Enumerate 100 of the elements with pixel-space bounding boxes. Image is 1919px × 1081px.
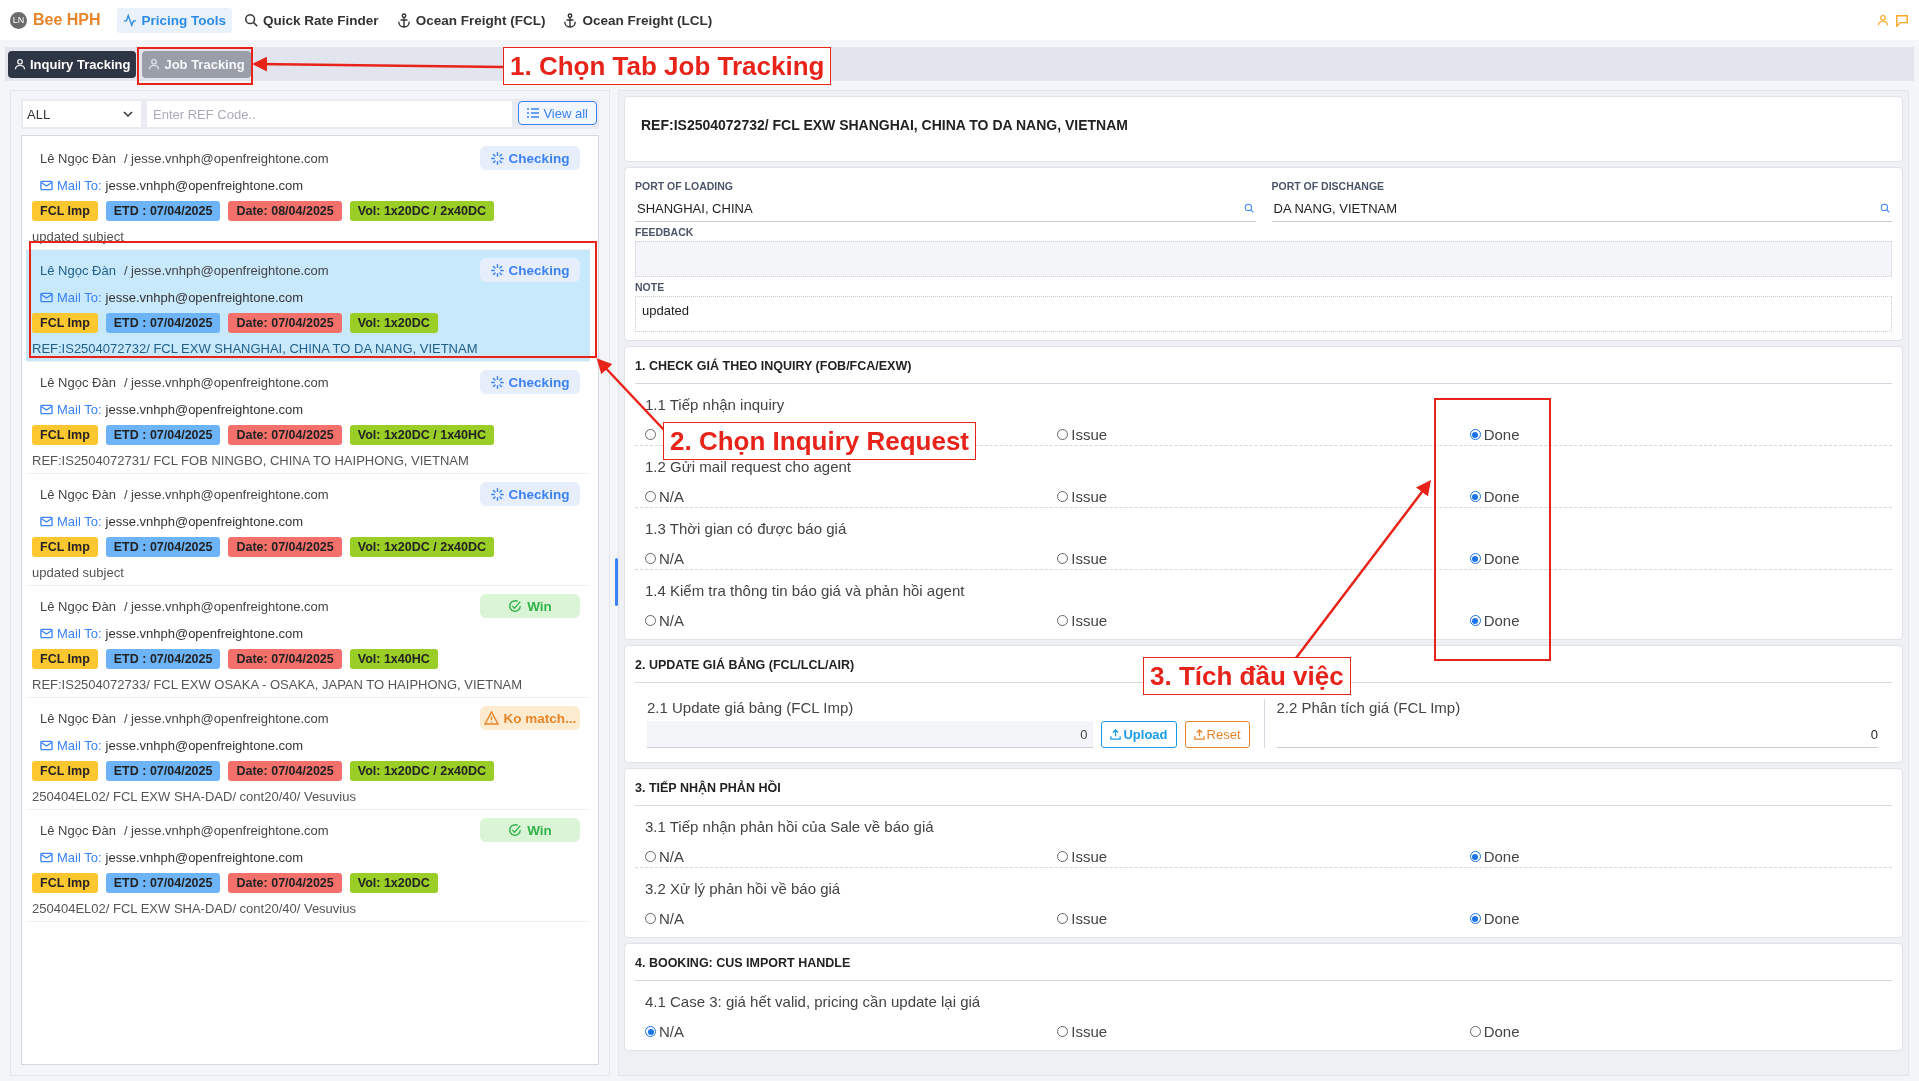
tag: ETD : 07/04/2025 — [105, 761, 221, 781]
sender-name: Lê Ngọc Đàn — [40, 374, 116, 390]
note-field[interactable]: updated — [635, 296, 1892, 332]
spinner-icon — [490, 263, 504, 277]
search-icon — [1243, 203, 1254, 213]
recipient-email: jesse.vnhph@openfreightone.com — [105, 289, 304, 305]
anchor-icon — [396, 12, 411, 28]
task-label: 3.1 Tiếp nhận phản hồi của Sale về báo giá — [645, 818, 935, 836]
mail-icon — [40, 179, 53, 191]
field-label: PORT OF DISCHANGE — [1271, 180, 1386, 192]
port-field[interactable]: SHANGHAI, CHINA — [635, 195, 1256, 222]
annotation-label: 2. Chọn Inquiry Request — [663, 422, 977, 460]
number-field[interactable]: 0 — [1276, 721, 1878, 748]
inquiry-card[interactable]: Lê Ngọc Đàn / jesse.vnhph@openfreightone.com Checking Mail To: jesse.vnhph@openfreightone.com FCL Imp ETD : 07/04/2025 Date: 07/04/2025 Vol: 1x20DC / 2x40DC updated subject — [26, 474, 590, 586]
radio-button[interactable] — [645, 851, 656, 862]
radio-button[interactable] — [1469, 429, 1481, 440]
recipient-email: jesse.vnhph@openfreightone.com — [105, 177, 304, 193]
inquiry-card[interactable]: Lê Ngọc Đàn / jesse.vnhph@openfreightone.com Win Mail To: jesse.vnhph@openfreightone.com FCL Imp ETD : 07/04/2025 Date: 07/04/2025 Vol: 1x20DC 250404EL02/ FCL EXW SHA-DAD/ cont20/40/ Vesuvius — [26, 810, 590, 922]
tag: ETD : 07/04/2025 — [105, 313, 221, 333]
recipient-email: jesse.vnhph@openfreightone.com — [105, 513, 304, 529]
radio-button[interactable] — [645, 429, 656, 440]
task-label: 1.3 Thời gian có được báo giá — [645, 520, 848, 538]
radio-button[interactable] — [1469, 553, 1481, 564]
mail-to-label: Mail To: — [57, 737, 102, 753]
user-icon — [148, 58, 161, 70]
filter-dropdown[interactable]: ALL — [23, 101, 141, 127]
task-label: 3.2 Xử lý phản hồi về báo giá — [645, 880, 842, 898]
search-icon — [1880, 203, 1890, 213]
task-label: 1.2 Gửi mail request cho agent — [645, 458, 852, 476]
radio-button[interactable] — [1057, 553, 1069, 564]
tag: FCL Imp — [32, 761, 98, 781]
sender-email: / jesse.vnhph@openfreightone.com — [123, 150, 329, 166]
tag: ETD : 07/04/2025 — [105, 425, 221, 445]
radio-button[interactable] — [1057, 615, 1069, 626]
pulse-icon — [122, 13, 137, 27]
option-label: Done — [1483, 488, 1520, 505]
scrollbar — [615, 558, 618, 606]
spinner-icon — [490, 487, 504, 501]
option-label: Done — [1483, 848, 1520, 865]
radio-button[interactable] — [1469, 1026, 1481, 1037]
anchor-icon — [563, 12, 578, 28]
mail-to-label: Mail To: — [57, 177, 102, 193]
user-icon — [1877, 14, 1889, 26]
tab[interactable]: Inquiry Tracking — [8, 50, 137, 78]
tag: Date: 07/04/2025 — [228, 873, 342, 893]
radio-button[interactable] — [645, 553, 656, 564]
option-label: Issue — [1071, 910, 1108, 927]
option-label: Issue — [1071, 488, 1108, 505]
radio-button[interactable] — [1469, 615, 1481, 626]
tag: FCL Imp — [32, 649, 98, 669]
status-badge: Win — [480, 594, 580, 618]
radio-button[interactable] — [645, 491, 656, 502]
section-title: 3. TIẾP NHẬN PHẢN HỒI — [635, 775, 1892, 806]
check-circle-icon — [508, 599, 523, 613]
user-icon — [14, 58, 26, 70]
task-label: 4.1 Case 3: giá hết valid, pricing cần update lại giá — [645, 993, 982, 1011]
mail-to-label: Mail To: — [57, 513, 102, 529]
radio-button[interactable] — [645, 1026, 656, 1037]
upload-icon — [1110, 729, 1122, 740]
sender-name: Lê Ngọc Đàn — [40, 150, 116, 166]
radio-button[interactable] — [645, 913, 656, 924]
sender-email: / jesse.vnhph@openfreightone.com — [123, 598, 329, 614]
radio-button[interactable] — [1469, 851, 1481, 862]
sender-name: Lê Ngọc Đàn — [40, 822, 116, 838]
sender-email: / jesse.vnhph@openfreightone.com — [123, 710, 329, 726]
radio-button[interactable] — [1057, 1026, 1069, 1037]
view-all-button[interactable]: View all — [518, 101, 597, 125]
radio-button[interactable] — [1057, 851, 1069, 862]
option-label: Done — [1483, 612, 1520, 629]
port-field[interactable]: DA NANG, VIETNAM — [1271, 195, 1892, 222]
tag: Vol: 1x20DC / 1x40HC — [349, 425, 495, 445]
radio-button[interactable] — [1057, 913, 1069, 924]
sender-email: / jesse.vnhph@openfreightone.com — [123, 822, 329, 838]
radio-button[interactable] — [1057, 491, 1069, 502]
tag: Date: 08/04/2025 — [228, 201, 342, 221]
option-label: Issue — [1071, 848, 1108, 865]
nav-tab[interactable]: Ocean Freight (FCL) — [390, 7, 552, 33]
mail-to-label: Mail To: — [57, 289, 102, 305]
inquiry-card[interactable]: Lê Ngọc Đàn / jesse.vnhph@openfreightone.com Checking Mail To: jesse.vnhph@openfreightone.com FCL Imp ETD : 07/04/2025 Date: 08/04/2025 Vol: 1x20DC / 2x40DC updated subject — [26, 138, 590, 250]
tag: Vol: 1x20DC / 2x40DC — [349, 761, 495, 781]
option-label: N/A — [659, 488, 684, 505]
radio-button[interactable] — [1469, 913, 1481, 924]
job-title: REF:IS2504072732/ FCL EXW SHANGHAI, CHINA TO DA NANG, VIETNAM — [640, 116, 1129, 135]
mail-icon — [40, 515, 53, 527]
search-field[interactable]: Enter REF Code.. — [147, 101, 513, 127]
avatar[interactable]: LN — [10, 11, 27, 29]
feedback-field[interactable] — [635, 241, 1892, 277]
field-label: NOTE — [635, 281, 666, 293]
task-label: 2.2 Phân tích giá (FCL Imp) — [1276, 699, 1462, 717]
section-title: 4. BOOKING: CUS IMPORT HANDLE — [635, 950, 1892, 981]
nav-tab[interactable]: Quick Rate Finder — [238, 7, 385, 33]
status-badge: Checking — [480, 258, 580, 282]
radio-button[interactable] — [1057, 429, 1069, 440]
nav-tab[interactable]: Ocean Freight (LCL) — [557, 7, 719, 33]
status-badge: Win — [480, 818, 580, 842]
status-badge: Checking — [480, 146, 580, 170]
brand-name: Bee HPH — [33, 11, 101, 29]
radio-button[interactable] — [1469, 491, 1481, 502]
radio-button[interactable] — [645, 615, 656, 626]
list-icon — [527, 108, 540, 118]
